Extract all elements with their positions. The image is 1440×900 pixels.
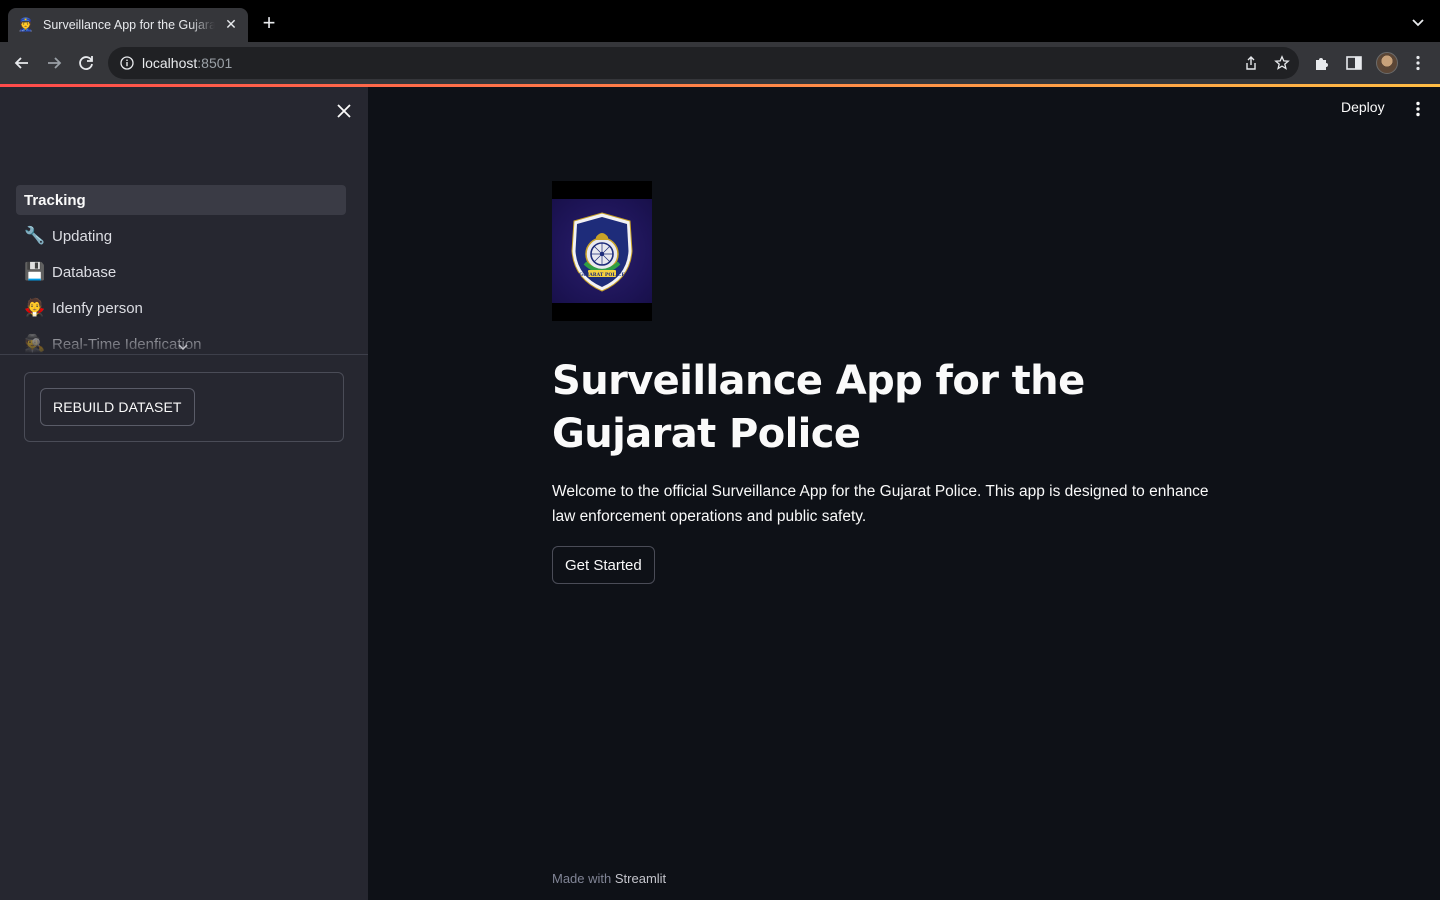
browser-tab-title: Surveillance App for the Gujarat Police: [43, 18, 215, 32]
gujarat-police-logo: GUJARAT POLICE: [552, 181, 652, 321]
main-menu-icon[interactable]: [1409, 100, 1427, 118]
page-title: Surveillance App for the Gujarat Police: [552, 358, 1085, 457]
police-badge-icon: GUJARAT POLICE: [571, 212, 633, 292]
rebuild-dataset-button[interactable]: REBUILD DATASET: [40, 388, 195, 426]
detective-icon: 🕵: [24, 334, 46, 353]
new-tab-icon[interactable]: +: [259, 12, 279, 34]
sidebar-divider: [0, 354, 368, 355]
logo-background: GUJARAT POLICE: [552, 199, 652, 303]
side-panel-icon[interactable]: [1345, 54, 1363, 72]
deploy-button[interactable]: Deploy: [1341, 99, 1385, 115]
streamlit-link[interactable]: Streamlit: [615, 871, 666, 886]
sidebar-item-label: Database: [52, 263, 117, 281]
get-started-button[interactable]: Get Started: [552, 546, 655, 584]
sidebar-item-database[interactable]: 💾 Database: [16, 257, 346, 287]
sidebar: Tracking 🔧 Updating 💾 Database 🧛 Idenfy …: [0, 87, 368, 900]
url-text: localhost:8501: [142, 55, 232, 71]
svg-text:GUJARAT POLICE: GUJARAT POLICE: [579, 272, 625, 278]
floppy-disk-icon: 💾: [24, 262, 46, 281]
tab-close-icon[interactable]: ✕: [223, 16, 239, 32]
sidebar-item-tracking[interactable]: Tracking: [16, 185, 346, 215]
sidebar-item-label: Idenfy person: [52, 299, 143, 317]
welcome-text: Welcome to the official Surveillance App…: [552, 483, 1209, 525]
sidebar-item-updating[interactable]: 🔧 Updating: [16, 221, 346, 251]
url-host: localhost: [142, 55, 198, 71]
sidebar-item-identify-person[interactable]: 🧛 Idenfy person: [16, 293, 346, 323]
profile-avatar[interactable]: [1376, 52, 1398, 74]
sidebar-form-container: REBUILD DATASET: [24, 372, 344, 442]
address-bar[interactable]: localhost:8501: [108, 47, 1299, 79]
browser-toolbar: localhost:8501: [0, 42, 1440, 84]
close-sidebar-icon[interactable]: [334, 101, 354, 121]
wrench-icon: 🔧: [24, 226, 46, 245]
vampire-face-icon: 🧛: [24, 298, 46, 317]
site-info-icon[interactable]: [120, 56, 134, 70]
reload-icon[interactable]: [76, 53, 96, 73]
footer: Made with Streamlit: [552, 871, 666, 886]
main-content: Deploy GUJARAT POLICE Surveillance App f…: [368, 87, 1440, 900]
bookmark-star-icon[interactable]: [1274, 55, 1290, 71]
browser-tab-strip: 👮 Surveillance App for the Gujarat Polic…: [0, 0, 1440, 42]
sidebar-item-label: Tracking: [24, 191, 86, 209]
browser-menu-icon[interactable]: [1409, 54, 1427, 72]
url-port: :8501: [197, 55, 233, 71]
sidebar-nav: Tracking 🔧 Updating 💾 Database 🧛 Idenfy …: [16, 185, 346, 355]
police-officer-favicon-icon: 👮: [17, 17, 35, 32]
expand-nav-chevron-icon[interactable]: [176, 340, 190, 354]
forward-arrow-icon[interactable]: [44, 53, 64, 73]
footer-made-with: Made with: [552, 871, 612, 886]
tab-search-chevron-icon[interactable]: [1410, 14, 1426, 30]
browser-tab[interactable]: 👮 Surveillance App for the Gujarat Polic…: [8, 8, 248, 42]
extensions-puzzle-icon[interactable]: [1313, 54, 1331, 72]
sidebar-item-label: Updating: [52, 227, 113, 245]
share-icon[interactable]: [1243, 55, 1259, 71]
back-arrow-icon[interactable]: [12, 53, 32, 73]
